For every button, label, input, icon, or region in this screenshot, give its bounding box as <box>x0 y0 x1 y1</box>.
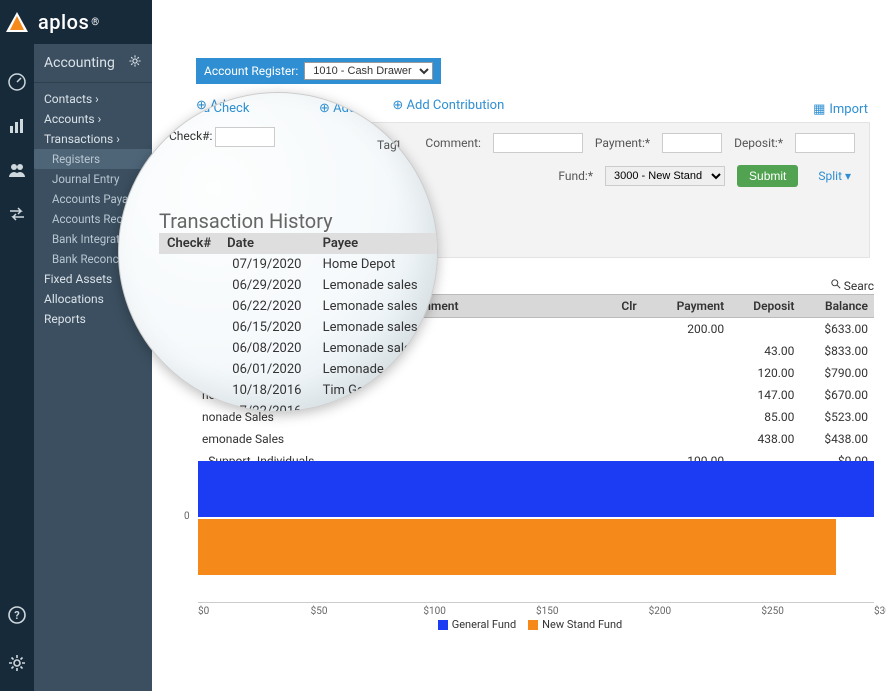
help-icon[interactable]: ? <box>7 605 27 629</box>
module-label: Accounting <box>44 55 115 71</box>
transfer-icon[interactable] <box>7 204 27 228</box>
search-link[interactable]: Searc <box>830 278 874 293</box>
icon-rail: ? <box>0 0 34 691</box>
chart-bar <box>198 461 874 517</box>
submit-button[interactable]: Submit <box>737 165 798 187</box>
chart-legend: General FundNew Stand Fund <box>174 618 874 631</box>
chart-bar <box>198 519 836 575</box>
deposit-label: Deposit:* <box>734 136 783 150</box>
fund-label: Fund:* <box>558 169 593 183</box>
brand-row: aplos ® <box>34 0 152 44</box>
account-register-row: Account Register: 1010 - Cash Drawer <box>196 58 886 84</box>
account-register-select[interactable]: 1010 - Cash Drawer <box>304 62 433 80</box>
fund-chart: 0 General FundNew Stand Fund $0$50$100$1… <box>174 461 874 631</box>
people-icon[interactable] <box>7 160 27 184</box>
sidebar-module-header[interactable]: Accounting <box>34 44 152 83</box>
import-link[interactable]: ▦ Import <box>813 102 868 117</box>
dashboard-icon[interactable] <box>7 72 27 96</box>
grid-icon: ▦ <box>813 102 825 117</box>
svg-text:?: ? <box>14 609 20 622</box>
payment-label: Payment:* <box>595 136 650 150</box>
logo-icon <box>4 10 30 40</box>
payment-input[interactable] <box>662 133 722 153</box>
gear-icon[interactable] <box>7 653 27 677</box>
deposit-input[interactable] <box>795 133 855 153</box>
fund-select[interactable]: 3000 - New Stand F <box>605 166 725 186</box>
brand-name: aplos <box>38 10 89 34</box>
comment-input[interactable] <box>493 133 583 153</box>
search-icon <box>830 278 842 293</box>
magnifier-overlay: ⊕ Add Check ⊕ Add Contribution Check#: T… <box>118 92 438 412</box>
mag-add-check: ⊕ Add Check <box>173 101 249 116</box>
column-header[interactable]: Deposit <box>730 295 800 318</box>
magnifier-table: Check#DatePayee 07/19/2020Home Depot06/2… <box>159 233 438 412</box>
reports-icon[interactable] <box>7 116 27 140</box>
mag-add-contribution: ⊕ Add Contribution <box>319 101 431 116</box>
column-header[interactable]: Clr <box>615 295 651 318</box>
account-register-label: Account Register: <box>204 64 298 78</box>
gear-icon[interactable] <box>128 54 142 72</box>
split-link[interactable]: Split ▾ <box>818 169 851 183</box>
column-header[interactable]: Payment <box>651 295 730 318</box>
table-row[interactable]: emonade Sales438.00$438.00 <box>196 428 874 450</box>
column-header[interactable]: Balance <box>800 295 874 318</box>
transaction-history-title: Transaction History <box>159 209 333 233</box>
mag-check-input <box>215 127 275 147</box>
